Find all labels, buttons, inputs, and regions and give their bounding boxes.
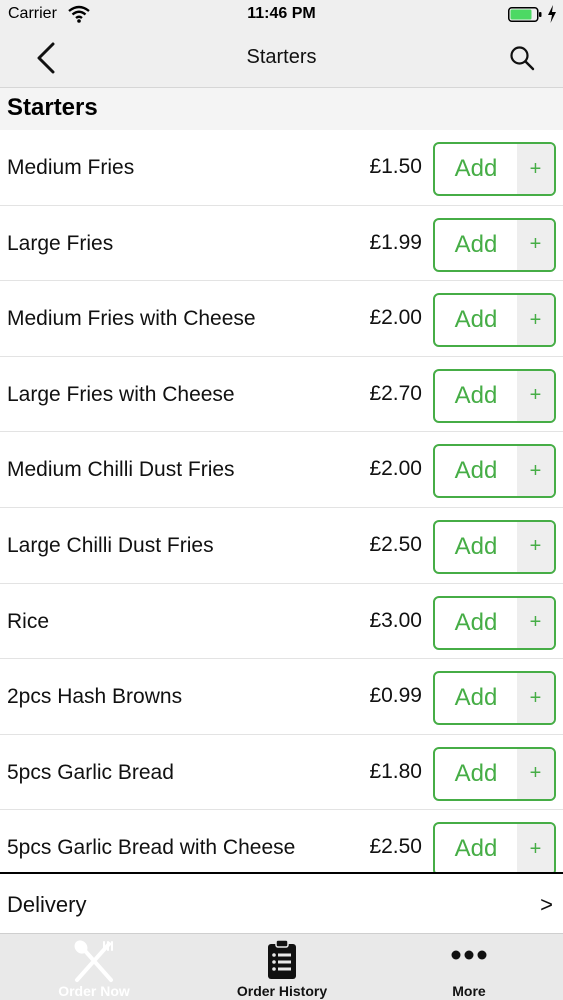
tab-label: More (452, 983, 486, 999)
menu-item: Rice £3.00 Add + (0, 584, 563, 660)
item-name: Medium Chilli Dust Fries (7, 458, 235, 482)
nav-bar: Starters (0, 30, 563, 88)
search-button[interactable] (504, 40, 540, 76)
add-label: Add (454, 835, 498, 863)
battery-icon (508, 7, 542, 22)
add-button[interactable]: Add + (433, 142, 556, 196)
menu-item: 5pcs Garlic Bread with Cheese £2.50 Add … (0, 810, 563, 872)
menu-item: Large Chilli Dust Fries £2.50 Add + (0, 508, 563, 584)
item-name: Large Chilli Dust Fries (7, 533, 214, 557)
tab-bar: Order Now Order History More (0, 934, 563, 1000)
plus-icon: + (517, 446, 554, 497)
item-price: £2.00 (369, 306, 422, 330)
add-label: Add (454, 230, 498, 258)
menu-item: 5pcs Garlic Bread £1.80 Add + (0, 735, 563, 811)
tab-order-history[interactable]: Order History (188, 934, 376, 1000)
plus-icon: + (517, 295, 554, 346)
add-label: Add (454, 381, 498, 409)
tab-order-now[interactable]: Order Now (0, 934, 188, 1000)
add-button[interactable]: Add + (433, 822, 556, 872)
add-button[interactable]: Add + (433, 746, 556, 801)
add-label: Add (454, 532, 498, 560)
item-price: £0.99 (369, 684, 422, 708)
add-button[interactable]: Add + (433, 368, 556, 423)
add-button[interactable]: Add + (433, 671, 556, 726)
menu-item: Medium Fries £1.50 Add + (0, 130, 563, 206)
item-price: £2.50 (369, 532, 422, 556)
chevron-right-icon: > (540, 892, 553, 917)
fork-spoon-icon (74, 940, 113, 982)
page-title: Starters (246, 46, 317, 68)
item-price: £2.70 (369, 381, 422, 405)
search-icon (510, 46, 535, 71)
add-button[interactable]: Add + (433, 444, 556, 499)
item-name: 2pcs Hash Browns (7, 685, 183, 709)
plus-icon: + (517, 370, 554, 421)
item-price: £1.99 (369, 230, 422, 254)
add-button[interactable]: Add + (433, 293, 556, 348)
plus-icon: + (517, 824, 554, 872)
item-price: £1.80 (369, 759, 422, 783)
menu-item: Large Fries with Cheese £2.70 Add + (0, 357, 563, 433)
add-button[interactable]: Add + (433, 519, 556, 574)
item-name: Medium Fries (7, 156, 135, 179)
clipboard-icon (268, 940, 296, 979)
item-name: 5pcs Garlic Bread with Cheese (7, 836, 296, 860)
add-label: Add (454, 155, 498, 182)
more-dots-icon (451, 950, 487, 960)
menu-item: Large Fries £1.99 Add + (0, 206, 563, 282)
add-label: Add (454, 759, 498, 787)
menu-list[interactable]: Medium Fries £1.50 Add + Large Fries £1.… (0, 130, 563, 872)
item-price: £2.50 (369, 835, 422, 859)
status-bar: Carrier 11:46 PM (0, 0, 563, 30)
plus-icon: + (517, 219, 554, 270)
add-button[interactable]: Add + (433, 595, 556, 650)
add-button[interactable]: Add + (433, 217, 556, 272)
menu-item: Medium Fries with Cheese £2.00 Add + (0, 281, 563, 357)
menu-item: Medium Chilli Dust Fries £2.00 Add + (0, 432, 563, 508)
plus-icon: + (517, 748, 554, 799)
item-name: 5pcs Garlic Bread (7, 760, 174, 784)
item-price: £2.00 (369, 457, 422, 481)
add-label: Add (454, 306, 498, 334)
section-title: Starters (7, 94, 98, 121)
item-price: £1.50 (369, 155, 422, 178)
item-price: £3.00 (369, 608, 422, 632)
menu-item: 2pcs Hash Browns £0.99 Add + (0, 659, 563, 735)
tab-label: Order Now (58, 983, 130, 999)
charging-icon (548, 5, 556, 23)
add-label: Add (454, 684, 498, 712)
plus-icon: + (517, 673, 554, 724)
plus-icon: + (517, 144, 554, 194)
item-name: Large Fries (7, 231, 114, 255)
delivery-label: Delivery (7, 892, 87, 917)
plus-icon: + (517, 521, 554, 572)
section-header: Starters (0, 88, 563, 130)
delivery-bar[interactable]: Delivery > (0, 872, 563, 934)
tab-more[interactable]: More (375, 934, 563, 1000)
item-name: Large Fries with Cheese (7, 382, 235, 406)
item-name: Rice (7, 609, 50, 633)
status-time: 11:46 PM (247, 5, 316, 22)
plus-icon: + (517, 597, 554, 648)
add-label: Add (454, 608, 498, 636)
item-name: Medium Fries with Cheese (7, 307, 256, 331)
add-label: Add (454, 457, 498, 485)
tab-label: Order History (236, 983, 328, 999)
